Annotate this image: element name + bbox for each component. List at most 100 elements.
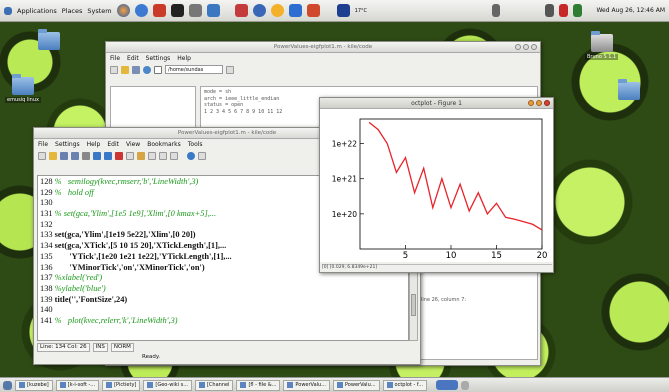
redo-icon[interactable] (104, 151, 112, 160)
line-number: 131 (40, 209, 53, 219)
menu-file[interactable]: File (110, 55, 120, 62)
app-icon (240, 382, 247, 388)
show-desktop-icon[interactable] (3, 380, 12, 390)
undo-icon[interactable] (93, 151, 101, 160)
scrollbar-thumb[interactable] (411, 294, 416, 316)
window-titlebar[interactable]: PowerValues-eigfplot1.m - kile/code (106, 42, 540, 53)
save-icon[interactable] (60, 151, 68, 160)
zoom-out-icon[interactable] (170, 151, 178, 160)
save-icon[interactable] (132, 65, 140, 74)
close-button[interactable] (531, 44, 537, 50)
menu-places[interactable]: Places (62, 7, 83, 15)
menu-bookmarks[interactable]: Bookmarks (147, 141, 181, 148)
copy-icon[interactable] (126, 151, 134, 160)
equalizer-icon[interactable] (336, 4, 350, 17)
menu-edit[interactable]: Edit (127, 55, 139, 62)
taskbar-item[interactable]: [Channel (194, 379, 234, 391)
new-file-icon[interactable] (38, 151, 46, 160)
new-file-icon[interactable] (110, 65, 118, 74)
line-number: 135 (40, 251, 53, 261)
help-icon[interactable] (134, 4, 148, 17)
paste-icon[interactable] (137, 151, 145, 160)
menu-help[interactable]: Help (87, 141, 101, 148)
network-status-icon[interactable] (545, 4, 554, 17)
desktop-folder-emusiq[interactable]: emusiq linux (5, 74, 41, 103)
code-line[interactable]: 137 %xlabel('red') (40, 273, 406, 284)
writer-icon[interactable] (288, 4, 302, 17)
menu-applications[interactable]: Applications (17, 7, 57, 15)
globe-icon[interactable] (252, 4, 266, 17)
clock[interactable]: Wed Aug 26, 12:46 AM (596, 7, 665, 14)
minimize-button[interactable] (528, 100, 534, 106)
run-icon[interactable] (187, 151, 195, 160)
app-icon (336, 382, 343, 388)
refresh-icon[interactable] (143, 65, 151, 74)
path-combo[interactable]: /home/sundas (165, 65, 223, 74)
zoom-in-icon[interactable] (159, 151, 167, 160)
code-line[interactable]: 139 title('','FontSize',24) (40, 295, 406, 306)
weather-temperature[interactable]: 17°C (355, 8, 367, 14)
dropdown-arrow-icon[interactable] (226, 65, 234, 74)
status-ins: INS (92, 343, 108, 352)
mail-icon[interactable] (234, 4, 248, 17)
code-line[interactable]: 141 % plot(kvec,relerr,'k','LineWidth',3… (40, 316, 406, 327)
taskbar-item[interactable]: [fl - file &... (236, 379, 281, 391)
maximize-button[interactable] (523, 44, 529, 50)
save-all-icon[interactable] (71, 151, 79, 160)
taskbar-item[interactable]: [Geo-wiki s... (143, 379, 192, 391)
terminal-icon[interactable] (170, 4, 184, 17)
line-text: set(gca,'Ylim',[1e19 5e22],'Xlim',[0 20]… (54, 230, 196, 240)
code-line[interactable]: 138 %ylabel('blue') (40, 284, 406, 295)
code-line[interactable]: 140 (40, 305, 406, 316)
taskbar-item[interactable]: PowerValu... (332, 379, 380, 391)
plot-area[interactable]: 5 10 15 20 1e+22 1e+21 1e+20 (320, 109, 553, 262)
window-titlebar[interactable]: octplot - Figure 1 (320, 98, 553, 109)
trash-icon[interactable] (461, 380, 470, 390)
taskbar-item[interactable]: PowerValu... (283, 379, 330, 391)
stop-icon[interactable] (154, 65, 162, 74)
figure-window[interactable]: octplot - Figure 1 5 10 15 20 1e+22 1e+21 1e+2… (319, 97, 554, 273)
browser-icon[interactable] (116, 4, 130, 17)
task-label: PowerValu... (295, 382, 326, 388)
taskbar-item[interactable]: [Pictiety] (102, 379, 141, 391)
taskbar-item[interactable]: [k-i-soft -... (55, 379, 100, 391)
alert-icon[interactable] (559, 4, 568, 17)
desktop-icon-label: Bruno S 1.1 (585, 54, 619, 60)
circle-icon[interactable] (270, 4, 284, 17)
audio-icon[interactable] (492, 4, 500, 17)
impress-icon[interactable] (306, 4, 320, 17)
minimize-button[interactable] (515, 44, 521, 50)
menu-edit[interactable]: Edit (107, 141, 119, 148)
plot-frame (359, 118, 543, 250)
window-icon[interactable] (188, 4, 202, 17)
task-label: PowerValu... (344, 382, 376, 388)
desktop-folder-right[interactable] (618, 79, 640, 100)
workspace-switcher-icon[interactable] (436, 380, 459, 390)
open-icon[interactable] (121, 65, 129, 74)
settings-icon[interactable] (152, 4, 166, 17)
menu-file[interactable]: File (38, 141, 48, 148)
maximize-button[interactable] (536, 100, 542, 106)
taskbar-item[interactable]: [kuzebe] (15, 379, 53, 391)
open-icon[interactable] (49, 151, 57, 160)
menu-settings[interactable]: Settings (55, 141, 80, 148)
close-button[interactable] (544, 100, 550, 106)
menu-view[interactable]: View (126, 141, 140, 148)
desktop-folder[interactable] (38, 29, 60, 50)
task-label: [Geo-wiki s... (155, 382, 188, 388)
applications-icon[interactable] (4, 6, 12, 15)
taskbar-item[interactable]: octplot - f... (382, 379, 428, 391)
menu-settings[interactable]: Settings (146, 55, 171, 62)
network-icon[interactable] (206, 4, 220, 17)
line-number: 136 (40, 262, 53, 272)
folder-icon (38, 29, 60, 50)
terminal-icon[interactable] (198, 151, 206, 160)
print-icon[interactable] (82, 151, 90, 160)
menu-system[interactable]: System (87, 7, 111, 15)
menu-help[interactable]: Help (177, 55, 191, 62)
user-icon[interactable] (573, 4, 582, 17)
menu-tools[interactable]: Tools (188, 141, 203, 148)
desktop-folder-bruno[interactable]: Bruno S 1.1 (585, 31, 619, 60)
cut-icon[interactable] (115, 151, 123, 160)
find-icon[interactable] (148, 151, 156, 160)
